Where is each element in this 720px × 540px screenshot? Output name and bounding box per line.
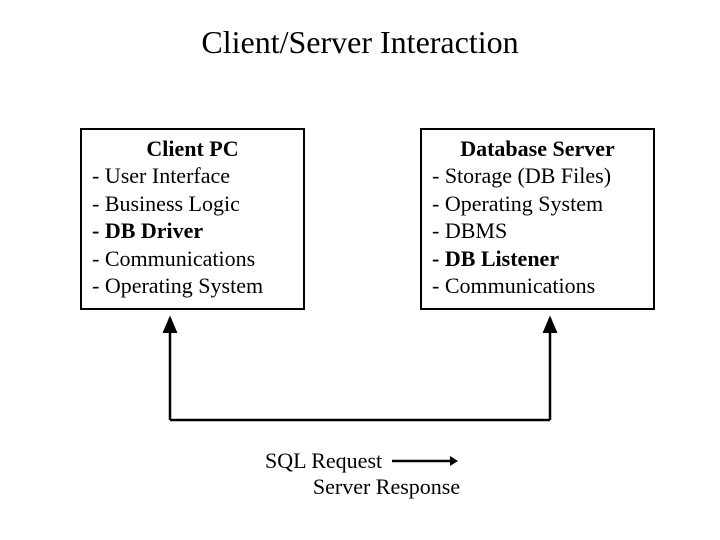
page-title: Client/Server Interaction [0, 24, 720, 61]
diagram-canvas: Client/Server Interaction Client PC - Us… [0, 0, 720, 540]
list-item: - Communications [92, 245, 293, 273]
server-box: Database Server - Storage (DB Files)- Op… [420, 128, 655, 310]
client-box: Client PC - User Interface- Business Log… [80, 128, 305, 310]
list-item: - DB Driver [92, 217, 293, 245]
list-item: - Communications [432, 272, 643, 300]
server-box-title: Database Server [432, 136, 643, 162]
list-item: - DBMS [432, 217, 643, 245]
client-box-title: Client PC [92, 136, 293, 162]
list-item: - Business Logic [92, 190, 293, 218]
list-item: - Operating System [432, 190, 643, 218]
arrow-right-icon [390, 454, 460, 468]
client-box-items: - User Interface- Business Logic- DB Dri… [92, 162, 293, 300]
server-box-items: - Storage (DB Files)- Operating System- … [432, 162, 643, 300]
list-item: - DB Listener [432, 245, 643, 273]
list-item: - Operating System [92, 272, 293, 300]
list-item: - User Interface [92, 162, 293, 190]
legend: SQL Request Server Response [265, 448, 460, 501]
legend-response-label: Server Response [313, 474, 460, 500]
legend-request-label: SQL Request [265, 448, 382, 474]
list-item: - Storage (DB Files) [432, 162, 643, 190]
